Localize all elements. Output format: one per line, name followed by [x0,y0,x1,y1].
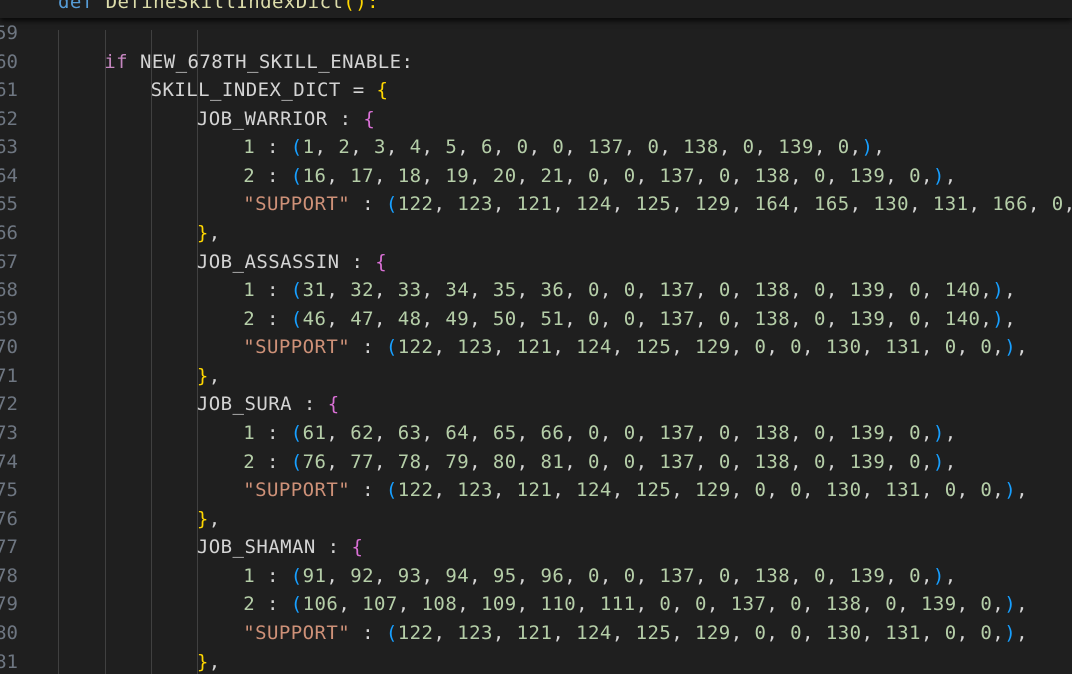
code-editor[interactable]: 56 def DefineSkillIndexDict(): 59 60 if NE… [0,0,1072,674]
code-line[interactable]: 64 2 : (16, 17, 18, 19, 20, 21, 0, 0, 137… [0,162,1072,190]
line-number-text: 71 [0,364,18,387]
code-text: }, [196,650,221,673]
line-number-text: 67 [0,250,18,273]
code-line[interactable]: 73 1 : (61, 62, 63, 64, 65, 66, 0, 0, 137… [0,419,1072,447]
line-number: 75 [0,476,18,504]
line-number: 70 [0,333,18,361]
code-line[interactable]: 71}, [0,362,1072,390]
line-number: 61 [0,76,18,104]
code-line[interactable]: 67 JOB_ASSASSIN : { [0,248,1072,276]
code-text: }, [196,364,221,387]
code-line[interactable]: 59 [0,19,1072,47]
line-number-text: 77 [0,536,18,559]
line-number-text: 63 [0,136,18,159]
code-text: 2 : (46, 47, 48, 49, 50, 51, 0, 0, 137, … [243,307,1017,330]
code-line[interactable]: 69 2 : (46, 47, 48, 49, 50, 51, 0, 0, 137… [0,305,1072,333]
code-line[interactable]: 80 "SUPPORT" : (122, 123, 121, 124, 125, … [0,619,1072,647]
sticky-scroll-header[interactable]: 56 def DefineSkillIndexDict(): [0,0,1072,18]
code-text: }, [196,507,221,530]
line-number-text: 79 [0,593,18,616]
line-number: 78 [0,562,18,590]
code-line[interactable]: 75 "SUPPORT" : (122, 123, 121, 124, 125, … [0,476,1072,504]
line-number-text: 62 [0,107,18,130]
line-number-text: 75 [0,479,18,502]
code-text: 1 : (61, 62, 63, 64, 65, 66, 0, 0, 137, … [243,421,957,444]
def-keyword: def [58,0,94,13]
line-number: 73 [0,419,18,447]
function-name: DefineSkillIndexDict [105,0,344,13]
sticky-code-line[interactable]: 56 def DefineSkillIndexDict(): [0,0,1072,16]
line-number-text: 70 [0,336,18,359]
code-line[interactable]: 81}, [0,648,1072,674]
code-line[interactable]: 77 JOB_SHAMAN : { [0,533,1072,561]
line-number-text: 74 [0,450,18,473]
line-number-text: 78 [0,564,18,587]
line-number: 59 [0,19,18,47]
line-number-text: 64 [0,164,18,187]
line-number: 79 [0,590,18,618]
line-number-text: 72 [0,393,18,416]
code-line[interactable]: 72 JOB_SURA : { [0,390,1072,418]
line-number-text: 76 [0,507,18,530]
code-text: "SUPPORT" : (122, 123, 121, 124, 125, 12… [243,336,1028,359]
code-line[interactable]: 62 JOB_WARRIOR : { [0,105,1072,133]
function-punct: (): [343,0,380,13]
code-text: 2 : (16, 17, 18, 19, 20, 21, 0, 0, 137, … [243,164,957,187]
code-line[interactable]: 61 SKILL_INDEX_DICT = { [0,76,1072,104]
code-line[interactable]: 76}, [0,505,1072,533]
line-number: 77 [0,533,18,561]
code-line[interactable]: 63 1 : (1, 2, 3, 4, 5, 6, 0, 0, 137, 0, 1… [0,133,1072,161]
line-number: 80 [0,619,18,647]
line-number: 72 [0,390,18,418]
code-line[interactable]: 70 "SUPPORT" : (122, 123, 121, 124, 125, … [0,333,1072,361]
line-number: 68 [0,276,18,304]
code-text: JOB_ASSASSIN : { [196,250,388,273]
line-number: 65 [0,190,18,218]
line-number-text: 60 [0,50,18,73]
line-number: 66 [0,219,18,247]
code-text: "SUPPORT" : (122, 123, 121, 124, 125, 12… [243,621,1028,644]
line-number: 62 [0,105,18,133]
code-line[interactable]: 68 1 : (31, 32, 33, 34, 35, 36, 0, 0, 137… [0,276,1072,304]
line-number-text: 66 [0,221,18,244]
code-line[interactable]: 66}, [0,219,1072,247]
line-number: 71 [0,362,18,390]
code-line[interactable]: 79 2 : (106, 107, 108, 109, 110, 111, 0, … [0,590,1072,618]
line-number: 67 [0,248,18,276]
line-number-text: 73 [0,421,18,444]
code-text: 1 : (31, 32, 33, 34, 35, 36, 0, 0, 137, … [243,279,1017,302]
line-number-text: 80 [0,621,18,644]
line-number-text: 69 [0,307,18,330]
code-line[interactable]: 60 if NEW_678TH_SKILL_ENABLE: [0,48,1072,76]
code-text: JOB_SHAMAN : { [196,536,364,559]
line-number: 81 [0,648,18,674]
line-number: 56 [0,16,18,18]
code-text: "SUPPORT" : (122, 123, 121, 124, 125, 12… [243,479,1028,502]
code-line[interactable]: 74 2 : (76, 77, 78, 79, 80, 81, 0, 0, 137… [0,448,1072,476]
code-text: JOB_WARRIOR : { [196,107,376,130]
code-text: JOB_SURA : { [196,393,340,416]
code-text: }, [196,221,221,244]
code-line[interactable]: 78 1 : (91, 92, 93, 94, 95, 96, 0, 0, 137… [0,562,1072,590]
line-number-text: 59 [0,22,18,44]
line-number: 64 [0,162,18,190]
code-text: 2 : (76, 77, 78, 79, 80, 81, 0, 0, 137, … [243,450,957,473]
line-number: 69 [0,305,18,333]
line-number-text: 81 [0,650,18,673]
code-text: 2 : (106, 107, 108, 109, 110, 111, 0, 0,… [243,593,1028,616]
line-number-text: 65 [0,193,18,216]
code-text: "SUPPORT" : (122, 123, 121, 124, 125, 12… [243,193,1072,216]
line-number: 63 [0,133,18,161]
line-number: 76 [0,505,18,533]
line-number: 74 [0,448,18,476]
code-text: SKILL_INDEX_DICT = { [150,79,389,102]
code-text: 1 : (91, 92, 93, 94, 95, 96, 0, 0, 137, … [243,564,957,587]
code-line[interactable]: 65 "SUPPORT" : (122, 123, 121, 124, 125, … [0,190,1072,218]
line-number: 60 [0,48,18,76]
code-text: def DefineSkillIndexDict(): [58,0,379,16]
line-number-text: 68 [0,279,18,302]
code-text: if NEW_678TH_SKILL_ENABLE: [104,50,414,73]
line-number-text: 61 [0,79,18,102]
code-text: 1 : (1, 2, 3, 4, 5, 6, 0, 0, 137, 0, 138… [243,136,886,159]
